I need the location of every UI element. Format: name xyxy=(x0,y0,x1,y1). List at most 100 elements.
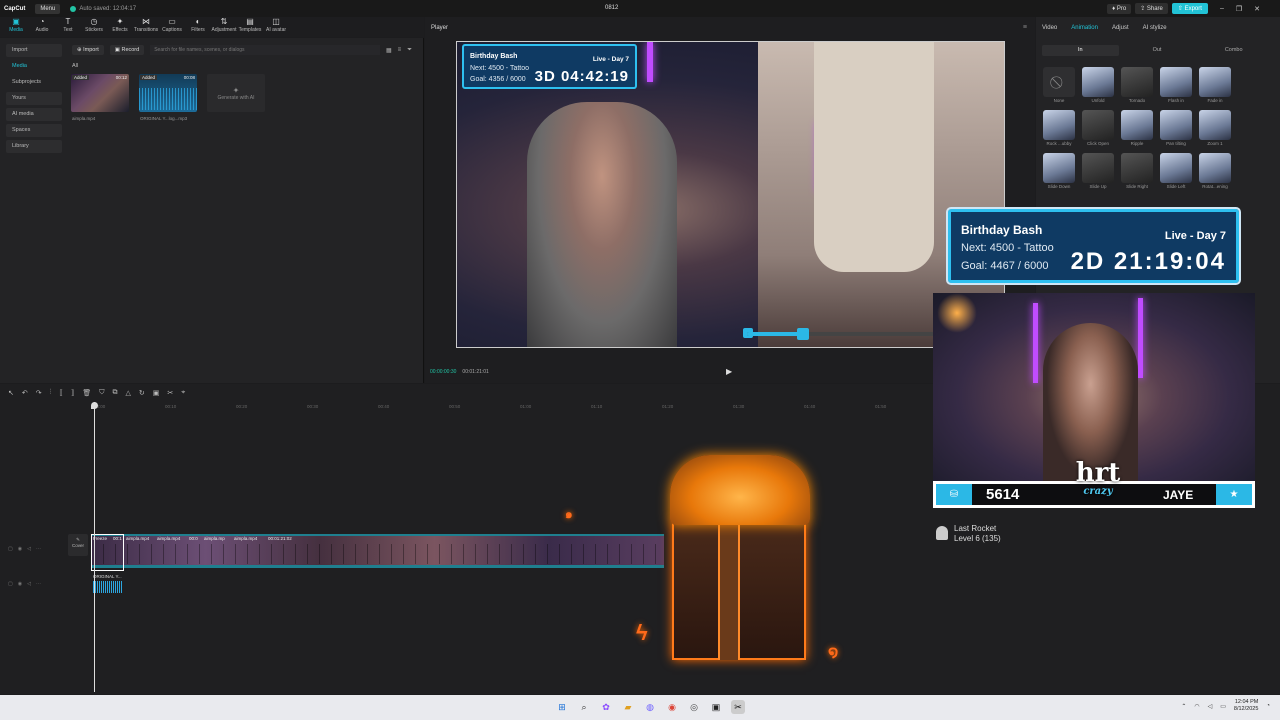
tool-adjustment[interactable]: ⇅ Adjustment xyxy=(212,17,237,37)
subtab-in[interactable]: In xyxy=(1042,45,1119,56)
rotate-icon[interactable]: ↻ xyxy=(139,389,145,397)
player-menu-icon[interactable]: ≡ xyxy=(1023,24,1027,31)
animation-preset[interactable]: Ripple xyxy=(1120,110,1154,148)
animation-preset[interactable]: Slide Up xyxy=(1081,153,1115,191)
playhead-handle[interactable] xyxy=(91,402,98,409)
animation-preset[interactable]: Flash in xyxy=(1159,67,1193,105)
lock-icon[interactable]: ▢ xyxy=(8,581,13,587)
audio-track[interactable]: ORIGINAL Y... xyxy=(93,574,123,596)
marker-icon[interactable]: ⛉ xyxy=(99,389,104,397)
animation-preset[interactable]: Slide Left xyxy=(1159,153,1193,191)
chevron-up-icon[interactable]: ⌃ xyxy=(1181,703,1186,710)
animation-preset[interactable]: Slide Down xyxy=(1042,153,1076,191)
tool-media[interactable]: ▣ Media xyxy=(6,17,26,37)
subtab-combo[interactable]: Combo xyxy=(1195,45,1272,56)
animation-preset[interactable]: Tornado xyxy=(1120,67,1154,105)
split-left-icon[interactable]: ⟦ xyxy=(59,389,62,397)
more-icon[interactable]: ⋯ xyxy=(36,581,41,587)
tool-stickers[interactable]: ◷ Stickers xyxy=(84,17,104,37)
animation-preset[interactable]: Rock ...ubby xyxy=(1042,110,1076,148)
split-icon[interactable]: ⫶ xyxy=(50,389,52,397)
playhead[interactable] xyxy=(94,402,95,692)
notification-icon[interactable]: ◔ xyxy=(1266,703,1270,709)
crop-icon[interactable]: ⧉ xyxy=(112,389,117,397)
delete-icon[interactable]: 🗑 xyxy=(82,389,91,397)
visibility-icon[interactable]: ◉ xyxy=(18,546,22,552)
sidebar-item-ai-media[interactable]: AI media xyxy=(6,108,62,121)
tool-captions[interactable]: ▭ Captions xyxy=(162,17,182,37)
sidebar-item-media[interactable]: Media xyxy=(6,60,62,73)
split-right-icon[interactable]: ⟧ xyxy=(71,389,74,397)
mirror-icon[interactable]: △ xyxy=(125,389,130,397)
tool-filters[interactable]: ◐ Filters xyxy=(188,17,208,37)
tab-video[interactable]: Video xyxy=(1042,25,1057,31)
monitor-app-icon[interactable]: ▣ xyxy=(709,700,723,714)
maximize-icon[interactable]: ❐ xyxy=(1236,5,1242,13)
sidebar-item-subprojects[interactable]: Subprojects xyxy=(6,76,62,89)
cover-button[interactable]: ✎ Cover xyxy=(68,534,88,556)
close-icon[interactable]: ✕ xyxy=(1254,5,1260,13)
tab-ai-stylize[interactable]: AI stylize xyxy=(1143,25,1167,31)
grid-view-icon[interactable]: ▦ xyxy=(386,47,392,54)
record-button[interactable]: ▣ Record xyxy=(109,45,145,55)
undo-icon[interactable]: ↶ xyxy=(22,389,28,397)
select-tool-icon[interactable]: ↖ xyxy=(8,389,14,397)
tool-transitions[interactable]: ⋈ Transitions xyxy=(134,17,158,37)
start-icon[interactable]: ⊞ xyxy=(555,700,569,714)
obs-icon[interactable]: ◎ xyxy=(687,700,701,714)
filter-icon[interactable]: ⏷ xyxy=(407,47,412,54)
pro-button[interactable]: ♦ Pro xyxy=(1107,3,1132,14)
play-button[interactable]: ▶ xyxy=(726,367,732,376)
redo-icon[interactable]: ↷ xyxy=(36,389,42,397)
ai-cut-icon[interactable]: ✂ xyxy=(167,389,173,397)
mute-icon[interactable]: ◁ xyxy=(27,546,31,552)
tool-text[interactable]: T Text xyxy=(58,17,78,37)
import-button[interactable]: ⊕ Import xyxy=(72,45,104,55)
more-icon[interactable]: ⋯ xyxy=(36,546,41,552)
animation-preset[interactable]: Zoom 1 xyxy=(1198,110,1232,148)
tool-templates[interactable]: ▤ Templates xyxy=(239,17,262,37)
lock-icon[interactable]: ▢ xyxy=(8,546,13,552)
tool-ai-avatar[interactable]: ◫ AI avatar xyxy=(266,17,286,37)
volume-icon[interactable]: ◁ xyxy=(1208,703,1213,710)
animation-preset[interactable]: Pan tilting xyxy=(1159,110,1193,148)
animation-preset[interactable]: Fade in xyxy=(1198,67,1232,105)
freeze-icon[interactable]: ▣ xyxy=(153,389,160,397)
animation-preset[interactable]: Click Open xyxy=(1081,110,1115,148)
auto-reframe-icon[interactable]: ⌖ xyxy=(181,389,185,397)
tool-audio[interactable]: ◔ Audio xyxy=(32,17,52,37)
animation-preset[interactable]: Slide Right xyxy=(1120,153,1154,191)
media-search-input[interactable]: Search for file names, scenes, or dialog… xyxy=(150,45,380,55)
export-button[interactable]: ⇧ Export xyxy=(1171,3,1208,14)
tab-adjust[interactable]: Adjust xyxy=(1112,25,1129,31)
battery-icon[interactable]: ▭ xyxy=(1220,703,1226,710)
tool-effects[interactable]: ✦ Effects xyxy=(110,17,130,37)
animation-preset[interactable]: ⃠None xyxy=(1042,67,1076,105)
minimize-icon[interactable]: – xyxy=(1220,5,1224,12)
sort-icon[interactable]: ≡ xyxy=(398,47,402,53)
animation-preset[interactable]: Unfold xyxy=(1081,67,1115,105)
tab-animation[interactable]: Animation xyxy=(1071,25,1098,31)
copilot-icon[interactable]: ✿ xyxy=(599,700,613,714)
capcut-app-icon[interactable]: ✂ xyxy=(731,700,745,714)
sidebar-item-library[interactable]: Library xyxy=(6,140,62,153)
media-item-audio[interactable]: Added 00:08 xyxy=(139,74,197,112)
mute-icon[interactable]: ◁ xyxy=(27,581,31,587)
visibility-icon[interactable]: ◉ xyxy=(18,581,22,587)
sidebar-item-import[interactable]: Import xyxy=(6,44,62,57)
share-button[interactable]: ⇪ Share xyxy=(1135,3,1168,14)
sidebar-item-spaces[interactable]: Spaces xyxy=(6,124,62,137)
chrome-icon[interactable]: ◉ xyxy=(665,700,679,714)
menu-button[interactable]: Menu xyxy=(35,3,61,14)
media-filter-all[interactable]: All xyxy=(72,63,78,69)
discord-icon[interactable]: ◍ xyxy=(643,700,657,714)
sidebar-item-yours[interactable]: Yours xyxy=(6,92,62,105)
animation-preset[interactable]: Rotat...ening xyxy=(1198,153,1232,191)
generate-ai-button[interactable]: ✦ Generate with AI xyxy=(207,74,265,112)
media-item-video[interactable]: Added 00:12 xyxy=(71,74,129,112)
timeline-ruler[interactable]: 00:00 00:10 00:20 00:30 00:40 00:50 01:00 01:10… xyxy=(94,402,934,412)
video-track[interactable]: Freeze 00:1 aimpla.mp4 aimpla.mp4 00:0 a… xyxy=(91,534,664,571)
file-explorer-icon[interactable]: ▰ xyxy=(621,700,635,714)
search-icon[interactable]: ⌕ xyxy=(577,700,591,714)
subtab-out[interactable]: Out xyxy=(1119,45,1196,56)
